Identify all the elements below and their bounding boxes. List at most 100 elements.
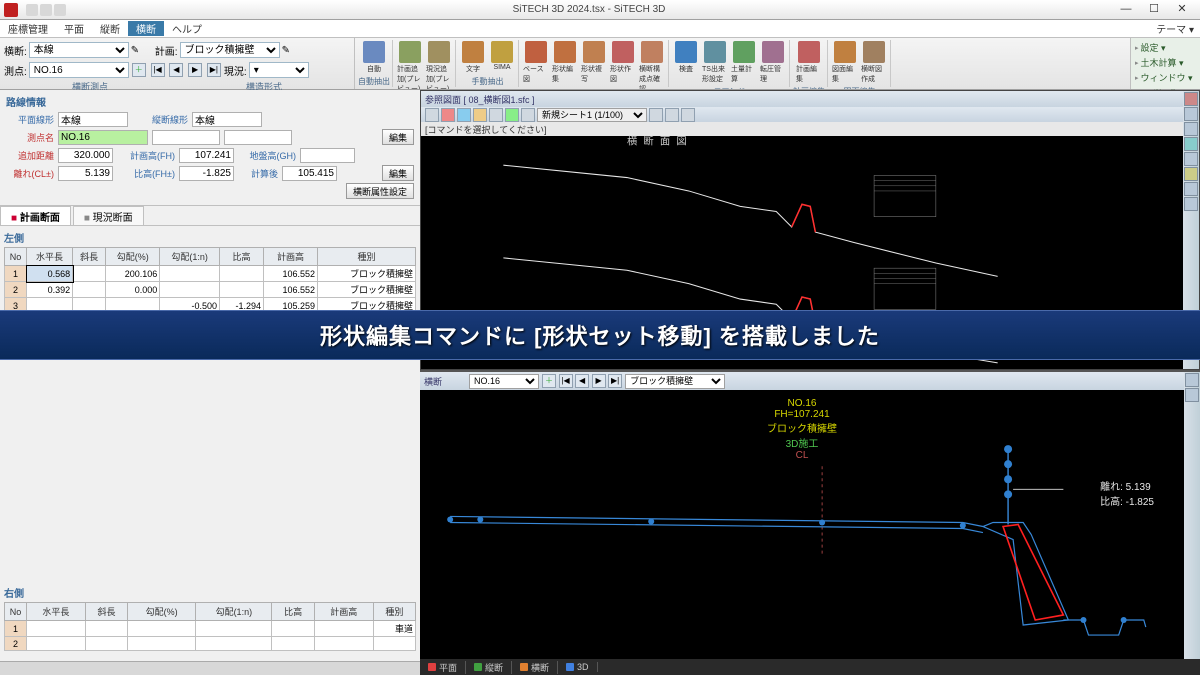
ribbon-button[interactable]: 図面編集	[831, 40, 859, 85]
ribbon-button[interactable]: 横断構成点確認	[638, 40, 666, 89]
view-tab-横断[interactable]: 横断	[512, 661, 558, 674]
first-icon[interactable]: |◀	[151, 63, 165, 77]
side-tool-icon[interactable]	[1184, 92, 1198, 106]
side-tool-icon[interactable]	[1184, 197, 1198, 211]
view-tab-縦断[interactable]: 縦断	[466, 661, 512, 674]
tab-plan-section[interactable]: ■ 計画断面	[0, 206, 71, 225]
menu-item-0[interactable]: 座標管理	[0, 21, 56, 36]
cross-prop-button[interactable]: 横断属性設定	[346, 183, 414, 199]
prof-line-field[interactable]	[192, 112, 262, 127]
tool-icon[interactable]	[489, 108, 503, 122]
lower-side-toolbar[interactable]	[1184, 372, 1200, 659]
quick-access-toolbar[interactable]	[26, 4, 66, 16]
ribbon-button[interactable]: 検査	[672, 40, 700, 85]
view-tab-平面[interactable]: 平面	[420, 661, 466, 674]
ribbon-button[interactable]: 計画追加(プレビュー)	[396, 40, 424, 89]
edit-button-2[interactable]: 編集	[382, 165, 414, 181]
side-tool-icon[interactable]	[1184, 137, 1198, 151]
table-row[interactable]: 20.3920.000106.552ブロック積擁壁	[5, 282, 416, 298]
tool-icon[interactable]	[441, 108, 455, 122]
edit-button[interactable]: 編集	[382, 129, 414, 145]
add-icon[interactable]: ＋	[132, 63, 146, 77]
last-icon[interactable]: ▶|	[608, 374, 622, 388]
ribbon-button[interactable]: 形状作図	[609, 40, 637, 89]
tool-icon[interactable]	[457, 108, 471, 122]
side-tool-icon[interactable]	[1185, 388, 1199, 402]
sheet-select[interactable]: 新規シート1 (1/100)	[537, 108, 647, 122]
minimize-button[interactable]: —	[1112, 2, 1140, 18]
tool-icon[interactable]	[473, 108, 487, 122]
genkyo-select[interactable]: ▾	[249, 62, 309, 78]
lower-point-select[interactable]: NO.16	[469, 374, 539, 389]
side-tool-icon[interactable]	[1184, 182, 1198, 196]
point-select[interactable]: NO.16	[29, 62, 129, 78]
side-tool-icon[interactable]	[1184, 122, 1198, 136]
pencil-icon[interactable]: ✎	[131, 45, 145, 56]
ribbon-button[interactable]: TS出来形設定	[701, 40, 729, 85]
qat-save-icon[interactable]	[26, 4, 38, 16]
ribbon-button[interactable]: 文字	[459, 40, 487, 75]
ribbon-button[interactable]: SIMA	[488, 40, 516, 75]
grid-lower[interactable]: No水平長斜長勾配(%)勾配(1:n)比高計画高種別1車道2	[4, 602, 416, 651]
window-menu[interactable]: ウィンドウ ▾	[1133, 70, 1198, 85]
tool-icon[interactable]	[681, 108, 695, 122]
fh-field[interactable]	[179, 148, 234, 163]
side-tool-icon[interactable]	[1184, 152, 1198, 166]
lower-struct-select[interactable]: ブロック積擁壁	[625, 374, 725, 389]
hikou-field[interactable]	[179, 166, 234, 181]
tab-current-section[interactable]: ■ 現況断面	[73, 206, 144, 225]
view-tab-3D[interactable]: 3D	[558, 662, 598, 672]
keisango-field[interactable]	[282, 166, 337, 181]
calc-menu[interactable]: 土木計算 ▾	[1133, 55, 1198, 70]
ribbon-button[interactable]: 計画編集	[795, 40, 823, 85]
theme-selector[interactable]: テーマ ▾	[1156, 21, 1200, 36]
next-icon[interactable]: ▶	[188, 63, 202, 77]
ribbon-button[interactable]: 土量計算	[730, 40, 758, 85]
qat-redo-icon[interactable]	[54, 4, 66, 16]
ribbon-button[interactable]: 現況追加(プレビュー)	[425, 40, 453, 89]
tool-icon[interactable]	[665, 108, 679, 122]
side-tool-icon[interactable]	[1185, 373, 1199, 387]
add-icon[interactable]: ＋	[542, 374, 556, 388]
ribbon-button[interactable]: 自動	[360, 40, 388, 75]
side-tool-icon[interactable]	[1184, 167, 1198, 181]
tool-icon[interactable]	[521, 108, 535, 122]
plan-line-field[interactable]	[58, 112, 128, 127]
table-row[interactable]: 10.568200.106106.552ブロック積擁壁	[5, 266, 416, 282]
side-tool-icon[interactable]	[1184, 107, 1198, 121]
prev-icon[interactable]: ◀	[169, 63, 183, 77]
lower-nav[interactable]: ＋ |◀ ◀ ▶ ▶|	[542, 374, 622, 388]
menu-item-1[interactable]: 平面	[56, 21, 92, 36]
last-icon[interactable]: ▶|	[207, 63, 221, 77]
table-row[interactable]: 1車道	[5, 621, 416, 637]
first-icon[interactable]: |◀	[559, 374, 573, 388]
prev-icon[interactable]: ◀	[575, 374, 589, 388]
tool-icon[interactable]	[425, 108, 439, 122]
menu-item-4[interactable]: ヘルプ	[164, 21, 210, 36]
ribbon-button[interactable]: 横断図作成	[860, 40, 888, 85]
sokuten-field[interactable]	[58, 130, 148, 145]
table-row[interactable]: 2	[5, 637, 416, 651]
next-icon[interactable]: ▶	[592, 374, 606, 388]
lower-drawing-area[interactable]: 横断 NO.16 ＋ |◀ ◀ ▶ ▶| ブロック積擁壁	[420, 370, 1200, 659]
gh-field[interactable]	[300, 148, 355, 163]
qat-undo-icon[interactable]	[40, 4, 52, 16]
tool-icon[interactable]	[505, 108, 519, 122]
ribbon-button[interactable]: 形状編集	[551, 40, 579, 89]
plan-select[interactable]: ブロック積擁壁	[180, 42, 280, 58]
maximize-button[interactable]: ☐	[1140, 2, 1168, 18]
ribbon-button[interactable]: ベース図	[522, 40, 550, 89]
menu-item-2[interactable]: 縦断	[92, 21, 128, 36]
tsuika-field[interactable]	[58, 148, 113, 163]
ribbon-button[interactable]: 転圧管理	[759, 40, 787, 85]
ribbon-button[interactable]: 形状複写	[580, 40, 608, 89]
pencil-icon[interactable]: ✎	[282, 45, 290, 56]
close-button[interactable]: ✕	[1168, 2, 1196, 18]
cross-select[interactable]: 本線	[29, 42, 129, 58]
tool-icon[interactable]	[649, 108, 663, 122]
settings-menu[interactable]: 設定 ▾	[1133, 40, 1198, 55]
menu-item-3[interactable]: 横断	[128, 21, 164, 36]
point-nav[interactable]: ＋ |◀ ◀ ▶ ▶|	[131, 63, 222, 77]
hanare-field[interactable]	[58, 166, 113, 181]
ribbon-icon	[612, 41, 634, 63]
